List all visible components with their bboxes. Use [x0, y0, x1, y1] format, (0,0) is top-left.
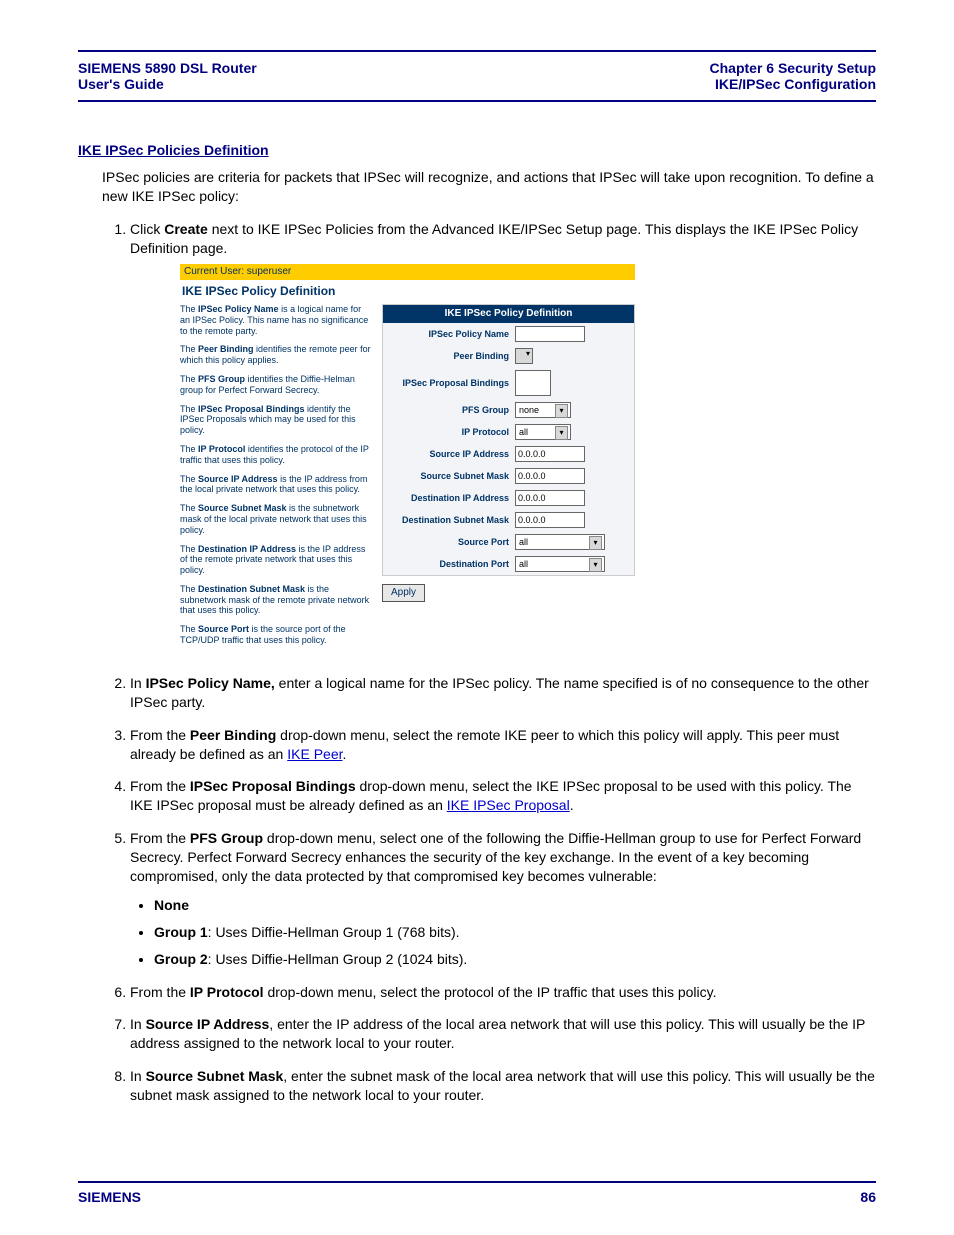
ip-protocol-label: IP Protocol [389, 427, 515, 438]
step-8: In Source Subnet Mask, enter the subnet … [130, 1067, 876, 1105]
dst-mask-input[interactable]: 0.0.0.0 [515, 512, 585, 528]
policy-definition-screenshot: Current User: superuser IKE IPSec Policy… [180, 264, 635, 654]
footer-page-number: 86 [860, 1189, 876, 1205]
step-1: Click Create next to IKE IPSec Policies … [130, 220, 876, 654]
dst-port-select[interactable]: all [515, 556, 605, 572]
current-user-bar: Current User: superuser [180, 264, 635, 280]
peer-binding-label: Peer Binding [389, 351, 515, 362]
link-ike-ipsec-proposal[interactable]: IKE IPSec Proposal [447, 797, 570, 813]
intro-paragraph: IPSec policies are criteria for packets … [102, 168, 876, 206]
steps-list: Click Create next to IKE IPSec Policies … [102, 220, 876, 1105]
panel-header: IKE IPSec Policy Definition [383, 305, 634, 323]
footer-brand: SIEMENS [78, 1189, 141, 1205]
src-ip-input[interactable]: 0.0.0.0 [515, 446, 585, 462]
pfs-group-select[interactable]: none [515, 402, 571, 418]
ip-protocol-select[interactable]: all [515, 424, 571, 440]
src-mask-label: Source Subnet Mask [389, 471, 515, 482]
bullet-none: None [154, 896, 876, 915]
form-panel: IKE IPSec Policy Definition IPSec Policy… [382, 304, 635, 576]
page-footer: SIEMENS 86 [78, 1181, 876, 1205]
header-left-line1: SIEMENS 5890 DSL Router [78, 60, 257, 76]
dst-port-label: Destination Port [389, 559, 515, 570]
proposal-bindings-list[interactable] [515, 370, 551, 396]
dst-ip-label: Destination IP Address [389, 493, 515, 504]
dst-mask-label: Destination Subnet Mask [389, 515, 515, 526]
step-7: In Source IP Address, enter the IP addre… [130, 1015, 876, 1053]
step-4: From the IPSec Proposal Bindings drop-do… [130, 777, 876, 815]
screenshot-title: IKE IPSec Policy Definition [180, 280, 635, 304]
proposal-bindings-label: IPSec Proposal Bindings [389, 378, 515, 389]
src-port-select[interactable]: all [515, 534, 605, 550]
bullet-group1: Group 1: Uses Diffie-Hellman Group 1 (76… [154, 923, 876, 942]
screenshot-help-column: The IPSec Policy Name is a logical name … [180, 304, 378, 654]
step-5-bullets: None Group 1: Uses Diffie-Hellman Group … [136, 896, 876, 969]
step-5: From the PFS Group drop-down menu, selec… [130, 829, 876, 968]
policy-name-label: IPSec Policy Name [389, 329, 515, 340]
header-right-line2: IKE/IPSec Configuration [710, 76, 877, 92]
section-title: IKE IPSec Policies Definition [78, 142, 876, 158]
peer-binding-select[interactable] [515, 348, 533, 364]
src-ip-label: Source IP Address [389, 449, 515, 460]
step-2: In IPSec Policy Name, enter a logical na… [130, 674, 876, 712]
dst-ip-input[interactable]: 0.0.0.0 [515, 490, 585, 506]
link-ike-peer[interactable]: IKE Peer [287, 746, 342, 762]
running-header: SIEMENS 5890 DSL Router User's Guide Cha… [78, 50, 876, 102]
pfs-group-label: PFS Group [389, 405, 515, 416]
header-left-line2: User's Guide [78, 76, 257, 92]
src-port-label: Source Port [389, 537, 515, 548]
apply-button[interactable]: Apply [382, 584, 425, 602]
step-3: From the Peer Binding drop-down menu, se… [130, 726, 876, 764]
bullet-group2: Group 2: Uses Diffie-Hellman Group 2 (10… [154, 950, 876, 969]
step-6: From the IP Protocol drop-down menu, sel… [130, 983, 876, 1002]
header-right-line1: Chapter 6 Security Setup [710, 60, 877, 76]
policy-name-input[interactable] [515, 326, 585, 342]
src-mask-input[interactable]: 0.0.0.0 [515, 468, 585, 484]
